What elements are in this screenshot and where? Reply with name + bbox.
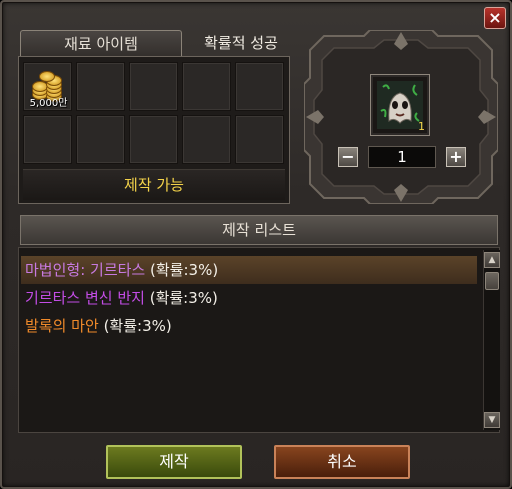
- result-count: 1: [418, 120, 425, 133]
- material-slot[interactable]: [76, 62, 125, 111]
- item-rate: (확률:3%): [150, 261, 219, 279]
- scroll-up-icon[interactable]: ▲: [484, 252, 500, 268]
- list-item[interactable]: 마법인형: 기르타스 (확률:3%): [21, 256, 477, 284]
- decrease-button[interactable]: −: [338, 147, 358, 167]
- increase-button[interactable]: +: [446, 147, 466, 167]
- list-item[interactable]: 발록의 마안 (확률:3%): [21, 312, 477, 340]
- list-item[interactable]: 기르타스 변신 반지 (확률:3%): [21, 284, 477, 312]
- item-name: 발록의 마안: [25, 317, 99, 335]
- result-item-slot[interactable]: 1: [370, 74, 430, 136]
- item-name: 기르타스 변신 반지: [25, 289, 145, 307]
- material-slot[interactable]: [129, 62, 178, 111]
- material-slot[interactable]: [182, 62, 231, 111]
- craft-list-title: 제작 리스트: [20, 215, 498, 245]
- quantity-field[interactable]: 1: [368, 146, 436, 168]
- material-slot[interactable]: [76, 115, 125, 164]
- materials-panel: 5,000만 제작 가능: [18, 56, 290, 204]
- material-slot[interactable]: [23, 115, 72, 164]
- craft-button[interactable]: 제작: [106, 445, 242, 479]
- material-slot[interactable]: [129, 115, 178, 164]
- item-rate: (확률:3%): [149, 289, 218, 307]
- craft-status: 제작 가능: [23, 169, 285, 200]
- scroll-down-icon[interactable]: ▼: [484, 412, 500, 428]
- scroll-thumb[interactable]: [485, 272, 499, 290]
- tab-materials[interactable]: 재료 아이템: [20, 30, 182, 56]
- material-grid: 5,000만: [23, 62, 284, 164]
- close-button[interactable]: ×: [484, 7, 506, 29]
- material-slot[interactable]: [235, 115, 284, 164]
- craft-list: 마법인형: 기르타스 (확률:3%) 기르타스 변신 반지 (확률:3%) 발록…: [18, 247, 500, 433]
- material-slot[interactable]: 5,000만: [23, 62, 72, 111]
- item-name: 마법인형: 기르타스: [25, 261, 146, 279]
- item-rate: (확률:3%): [103, 317, 172, 335]
- material-slot[interactable]: [182, 115, 231, 164]
- tab-probability[interactable]: 확률적 성공: [186, 30, 296, 56]
- material-slot[interactable]: [235, 62, 284, 111]
- craft-window: × 재료 아이템 확률적 성공 5,000만 제작 가능 1 − 1 + 제작 …: [0, 0, 512, 489]
- list-scrollbar[interactable]: ▲ ▼: [483, 250, 500, 430]
- ghost-doll-icon: [377, 81, 423, 129]
- material-amount: 5,000만: [29, 98, 68, 109]
- cancel-button[interactable]: 취소: [274, 445, 410, 479]
